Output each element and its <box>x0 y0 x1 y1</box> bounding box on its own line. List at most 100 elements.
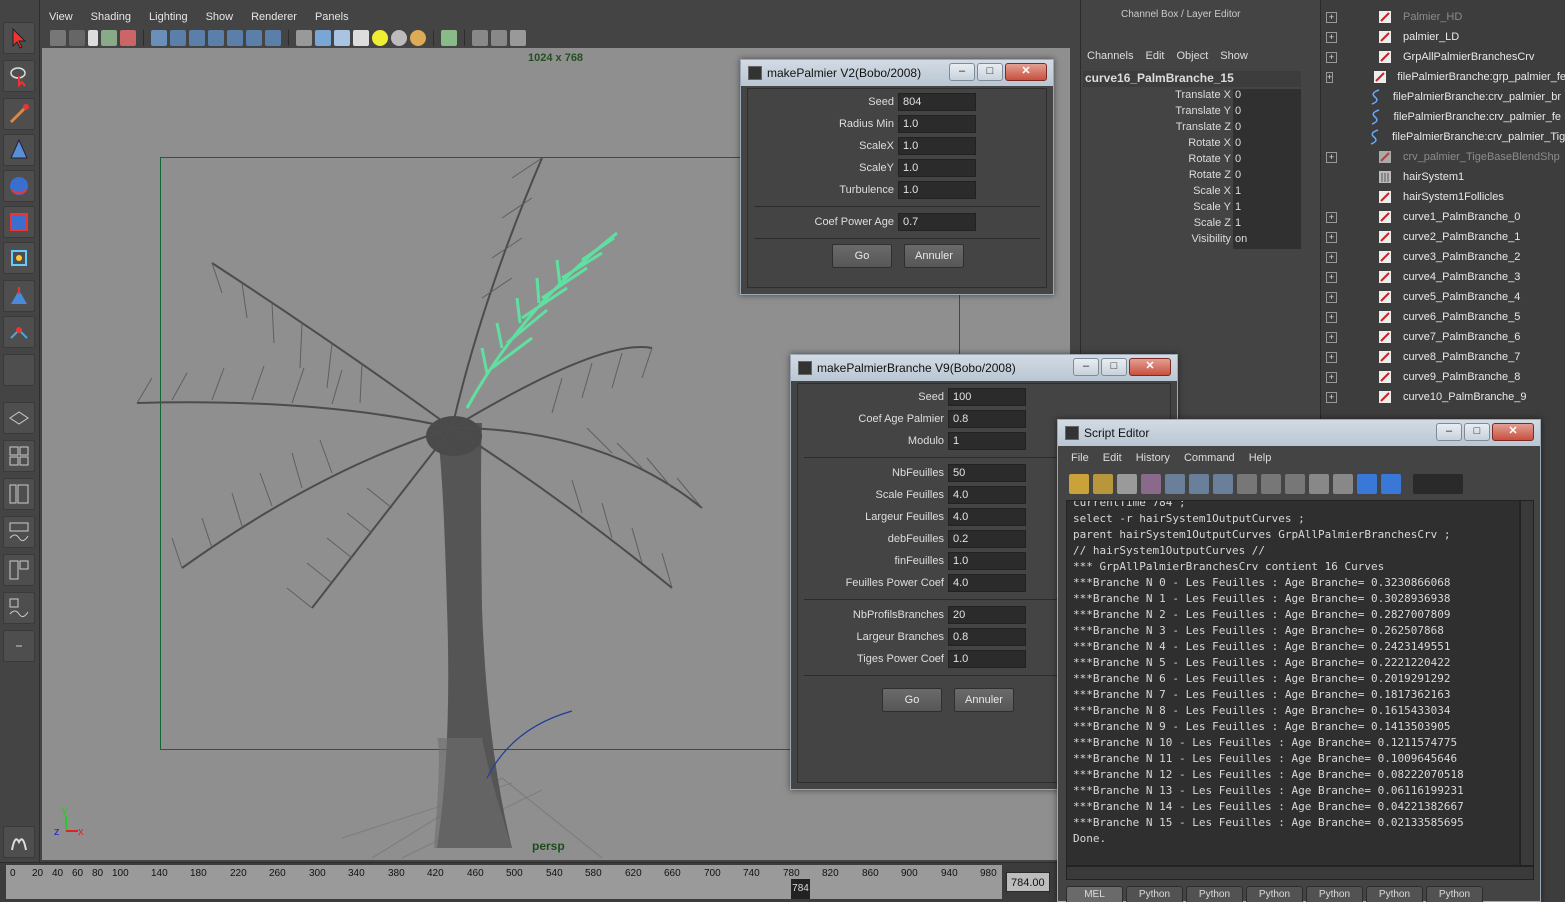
last-tool-slot[interactable] <box>3 354 35 386</box>
outliner-item[interactable]: hairSystem1Follicles <box>1321 187 1561 207</box>
menu-show[interactable]: Show <box>1214 46 1254 66</box>
outliner-item[interactable]: + curve1_PalmBranche_0 <box>1321 207 1561 227</box>
current-frame-marker[interactable]: 784 <box>791 879 810 899</box>
textured-icon[interactable] <box>353 30 369 46</box>
finfeuilles-input[interactable]: 1.0 <box>948 552 1026 570</box>
outliner-item[interactable]: hairSystem1 <box>1321 167 1561 187</box>
tab-python[interactable]: Python <box>1186 886 1243 902</box>
maximize-button[interactable]: □ <box>977 63 1003 81</box>
annuler-button[interactable]: Annuler <box>954 688 1014 712</box>
image-plane-icon[interactable] <box>101 30 117 46</box>
attr-scale-x[interactable]: Scale X1 <box>1083 185 1301 201</box>
turbulence-input[interactable]: 1.0 <box>898 181 976 199</box>
nbprofilsbranches-input[interactable]: 20 <box>948 606 1026 624</box>
source-script-icon[interactable] <box>1093 474 1113 494</box>
menu-history[interactable]: History <box>1129 448 1177 468</box>
outliner-item[interactable]: filePalmierBranche:crv_palmier_br <box>1321 87 1561 107</box>
show-manip-icon[interactable] <box>3 316 35 348</box>
current-time-field[interactable]: 784.00 <box>1006 872 1050 892</box>
attr-value[interactable]: 0 <box>1233 105 1301 121</box>
attr-translate-z[interactable]: Translate Z0 <box>1083 121 1301 137</box>
coef-age-palmier-input[interactable]: 0.8 <box>948 410 1026 428</box>
xray-joints-icon[interactable] <box>491 30 507 46</box>
line-numbers-icon[interactable] <box>1333 474 1353 494</box>
search-field[interactable] <box>1413 474 1463 494</box>
camera-attr-icon[interactable] <box>69 30 85 46</box>
safe-action-icon[interactable] <box>265 30 281 46</box>
paint-select-icon[interactable] <box>3 98 35 130</box>
attr-value[interactable]: on <box>1233 233 1301 249</box>
menu-help[interactable]: Help <box>1242 448 1279 468</box>
film-gate-icon[interactable] <box>189 30 205 46</box>
expand-icon[interactable]: + <box>1326 211 1337 223</box>
menu-channels[interactable]: Channels <box>1081 46 1139 66</box>
largeur-branches-input[interactable]: 0.8 <box>948 628 1026 646</box>
outliner-item[interactable]: + Palmier_HD <box>1321 7 1561 27</box>
largeur-feuilles-input[interactable]: 4.0 <box>948 508 1026 526</box>
lasso-tool-icon[interactable] <box>3 60 35 92</box>
attr-value[interactable]: 1 <box>1233 185 1301 201</box>
minimize-button[interactable]: – <box>949 63 975 81</box>
layout-four-icon[interactable] <box>3 440 35 472</box>
script-history-output[interactable]: currentTime 784 ; select -r hairSystem1Ou… <box>1066 500 1520 866</box>
menu-edit[interactable]: Edit <box>1139 46 1170 66</box>
close-button[interactable]: ✕ <box>1492 423 1534 441</box>
annuler-button[interactable]: Annuler <box>904 244 964 268</box>
attr-rotate-z[interactable]: Rotate Z0 <box>1083 169 1301 185</box>
universal-manip-icon[interactable] <box>3 242 35 274</box>
tab-mel[interactable]: MEL <box>1066 886 1123 902</box>
expand-icon[interactable]: + <box>1326 371 1337 383</box>
make-palmier-branche-titlebar[interactable]: makePalmierBranche V9(Bobo/2008) – □ ✕ <box>791 355 1177 381</box>
rotate-tool-icon[interactable] <box>3 170 35 202</box>
save-to-shelf-icon[interactable] <box>1141 474 1161 494</box>
outliner-item[interactable]: + curve10_PalmBranche_9 <box>1321 387 1561 407</box>
attr-scale-y[interactable]: Scale Y1 <box>1083 201 1301 217</box>
script-editor-titlebar[interactable]: Script Editor – □ ✕ <box>1058 420 1540 446</box>
close-button[interactable]: ✕ <box>1005 63 1047 81</box>
menu-show[interactable]: Show <box>197 6 243 28</box>
outliner-item[interactable]: + GrpAllPalmierBranchesCrv <box>1321 47 1561 67</box>
menu-file[interactable]: File <box>1064 448 1096 468</box>
menu-lighting[interactable]: Lighting <box>140 6 197 28</box>
menu-renderer[interactable]: Renderer <box>242 6 306 28</box>
attr-rotate-x[interactable]: Rotate X0 <box>1083 137 1301 153</box>
wireframe-icon[interactable] <box>151 30 167 46</box>
outliner-item[interactable]: + curve3_PalmBranche_2 <box>1321 247 1561 267</box>
soft-mod-icon[interactable] <box>3 280 35 312</box>
show-history-icon[interactable] <box>1237 474 1257 494</box>
outliner-item[interactable]: + curve7_PalmBranche_6 <box>1321 327 1561 347</box>
layout-single-icon[interactable] <box>3 402 35 434</box>
show-input-icon[interactable] <box>1261 474 1281 494</box>
grease-pencil-icon[interactable] <box>120 30 136 46</box>
smooth-shading-icon[interactable] <box>315 30 331 46</box>
menu-view[interactable]: View <box>40 6 82 28</box>
tab-python[interactable]: Python <box>1366 886 1423 902</box>
expand-icon[interactable]: + <box>1326 31 1337 43</box>
layout-persp-graph-icon[interactable] <box>3 592 35 624</box>
attr-value[interactable]: 0 <box>1233 169 1301 185</box>
go-button[interactable]: Go <box>882 688 942 712</box>
time-ruler[interactable]: 0 20 40 60 80 100 140 180 220 260 300 34… <box>6 865 1002 899</box>
make-palmier-titlebar[interactable]: makePalmier V2(Bobo/2008) – □ ✕ <box>741 60 1053 86</box>
clear-all-icon[interactable] <box>1213 474 1233 494</box>
vertical-scrollbar[interactable] <box>1520 500 1534 866</box>
modulo-input[interactable]: 1 <box>948 432 1026 450</box>
attr-value[interactable]: 1 <box>1233 201 1301 217</box>
execute-all-icon[interactable] <box>1357 474 1377 494</box>
menu-object[interactable]: Object <box>1170 46 1214 66</box>
tab-python[interactable]: Python <box>1306 886 1363 902</box>
open-script-icon[interactable] <box>1069 474 1089 494</box>
scale-feuilles-input[interactable]: 4.0 <box>948 486 1026 504</box>
camera-select-icon[interactable] <box>50 30 66 46</box>
resolution-gate-icon[interactable] <box>208 30 224 46</box>
maximize-button[interactable]: □ <box>1101 358 1127 376</box>
high-quality-icon[interactable] <box>410 30 426 46</box>
nbfeuilles-input[interactable]: 50 <box>948 464 1026 482</box>
field-chart-icon[interactable] <box>246 30 262 46</box>
expand-icon[interactable]: + <box>1326 251 1337 263</box>
expand-icon[interactable]: + <box>1326 391 1337 403</box>
expand-icon[interactable]: + <box>1326 231 1337 243</box>
attr-value[interactable]: 0 <box>1233 89 1301 105</box>
isolate-select-icon[interactable] <box>441 30 457 46</box>
scaley-input[interactable]: 1.0 <box>898 159 976 177</box>
